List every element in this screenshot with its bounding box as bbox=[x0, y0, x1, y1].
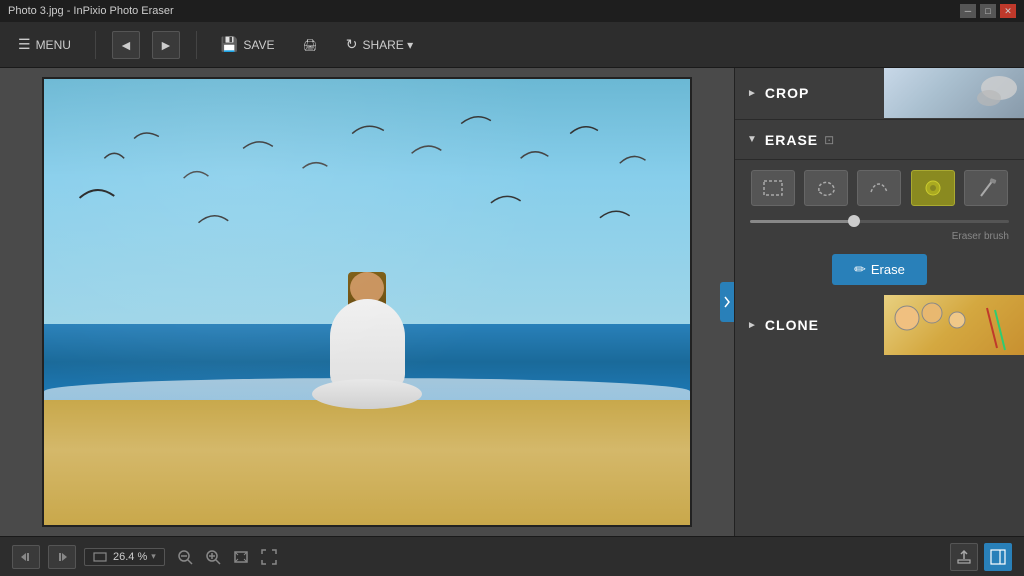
title-bar: Photo 3.jpg - InPixio Photo Eraser ─ □ ✕ bbox=[0, 0, 1024, 22]
brush-select-icon bbox=[868, 179, 890, 197]
zoom-value: 26.4 % bbox=[113, 551, 147, 563]
zoom-out-button[interactable] bbox=[173, 545, 197, 569]
crop-header[interactable]: ► CROP bbox=[735, 68, 1024, 118]
rect-select-tool[interactable] bbox=[751, 170, 795, 206]
photo-overlay bbox=[44, 79, 690, 525]
right-panel-expand-button[interactable] bbox=[720, 282, 734, 322]
zoom-dropdown-arrow: ▾ bbox=[151, 551, 156, 562]
menu-label: MENU bbox=[36, 38, 71, 52]
zoom-in-button[interactable] bbox=[201, 545, 225, 569]
bottom-right-buttons bbox=[950, 543, 1012, 571]
panel-toggle-button[interactable] bbox=[984, 543, 1012, 571]
main-toolbar: ☰ MENU ◄ ► 💾 SAVE 🖨 ↻ SHARE ▾ bbox=[0, 22, 1024, 68]
brush-size-slider-row bbox=[735, 216, 1024, 231]
toolbar-separator-2 bbox=[196, 31, 197, 59]
erase-btn-row: ✏ Erase bbox=[735, 248, 1024, 295]
tool-hint: Eraser brush bbox=[735, 231, 1024, 248]
maximize-button[interactable]: □ bbox=[980, 4, 996, 18]
close-button[interactable]: ✕ bbox=[1000, 4, 1016, 18]
forward-button[interactable]: ► bbox=[152, 31, 180, 59]
brush-size-slider[interactable] bbox=[750, 220, 1009, 223]
erase-action-button[interactable]: ✏ Erase bbox=[832, 254, 927, 285]
clone-section: ► CLONE bbox=[735, 295, 1024, 536]
zoom-in-icon bbox=[204, 548, 222, 566]
save-icon: 💾 bbox=[221, 36, 238, 53]
expand-icon bbox=[260, 548, 278, 566]
zoom-out-icon bbox=[176, 548, 194, 566]
zoom-controls bbox=[173, 545, 281, 569]
crop-section: ► CROP bbox=[735, 68, 1024, 120]
next-frame-button[interactable] bbox=[48, 545, 76, 569]
app-title: Photo 3.jpg - InPixio Photo Eraser bbox=[8, 5, 174, 17]
canvas-area[interactable] bbox=[0, 68, 734, 536]
erase-settings-icon[interactable]: ⊡ bbox=[824, 133, 834, 147]
precision-brush-tool[interactable] bbox=[964, 170, 1008, 206]
slider-thumb[interactable] bbox=[848, 215, 860, 227]
menu-button[interactable]: ☰ MENU bbox=[10, 32, 79, 57]
erase-section: ▼ ERASE ⊡ bbox=[735, 120, 1024, 295]
minimize-button[interactable]: ─ bbox=[960, 4, 976, 18]
clone-arrow: ► bbox=[747, 320, 757, 331]
lasso-icon bbox=[815, 179, 837, 197]
fullscreen-button[interactable] bbox=[257, 545, 281, 569]
panel-icon bbox=[990, 549, 1006, 565]
fit-to-window-button[interactable] bbox=[229, 545, 253, 569]
hamburger-icon: ☰ bbox=[18, 36, 31, 53]
toolbar-separator-1 bbox=[95, 31, 96, 59]
save-button[interactable]: 💾 SAVE bbox=[213, 32, 283, 57]
crop-arrow: ► bbox=[747, 88, 757, 99]
erase-btn-icon: ✏ bbox=[854, 261, 866, 278]
window-controls: ─ □ ✕ bbox=[960, 4, 1016, 18]
erase-btn-label: Erase bbox=[871, 262, 905, 277]
bottom-bar: 26.4 % ▾ bbox=[0, 536, 1024, 576]
rect-select-icon bbox=[762, 179, 784, 197]
lasso-select-tool[interactable] bbox=[804, 170, 848, 206]
print-icon: 🖨 bbox=[302, 38, 317, 52]
photo-canvas bbox=[42, 77, 692, 527]
fit-icon bbox=[232, 548, 250, 566]
right-panel: ► CROP ▼ ERASE ⊡ bbox=[734, 68, 1024, 536]
prev-arrow-icon bbox=[19, 551, 33, 563]
eraser-brush-tool[interactable] bbox=[911, 170, 955, 206]
share-icon: ↻ bbox=[346, 36, 358, 53]
crop-title: CROP bbox=[765, 85, 809, 101]
precision-icon bbox=[975, 178, 997, 198]
next-arrow-icon bbox=[55, 551, 69, 563]
main-layout: ► CROP ▼ ERASE ⊡ bbox=[0, 68, 1024, 536]
print-button[interactable]: 🖨 bbox=[294, 34, 325, 56]
back-button[interactable]: ◄ bbox=[112, 31, 140, 59]
eraser-icon bbox=[922, 178, 944, 198]
chevron-right-icon bbox=[723, 295, 731, 309]
prev-frame-button[interactable] bbox=[12, 545, 40, 569]
erase-header[interactable]: ▼ ERASE ⊡ bbox=[735, 120, 1024, 160]
frame-icon bbox=[93, 551, 107, 563]
share-label: SHARE ▾ bbox=[362, 38, 413, 52]
erase-title: ERASE bbox=[765, 132, 818, 148]
save-label: SAVE bbox=[243, 38, 274, 52]
upload-button[interactable] bbox=[950, 543, 978, 571]
erase-arrow: ▼ bbox=[747, 134, 757, 145]
upload-icon bbox=[956, 549, 972, 565]
tool-row bbox=[735, 160, 1024, 216]
zoom-display-button[interactable]: 26.4 % ▾ bbox=[84, 548, 165, 566]
clone-header[interactable]: ► CLONE bbox=[735, 295, 1024, 355]
brush-select-tool[interactable] bbox=[857, 170, 901, 206]
clone-title: CLONE bbox=[765, 317, 819, 333]
share-button[interactable]: ↻ SHARE ▾ bbox=[338, 32, 421, 57]
